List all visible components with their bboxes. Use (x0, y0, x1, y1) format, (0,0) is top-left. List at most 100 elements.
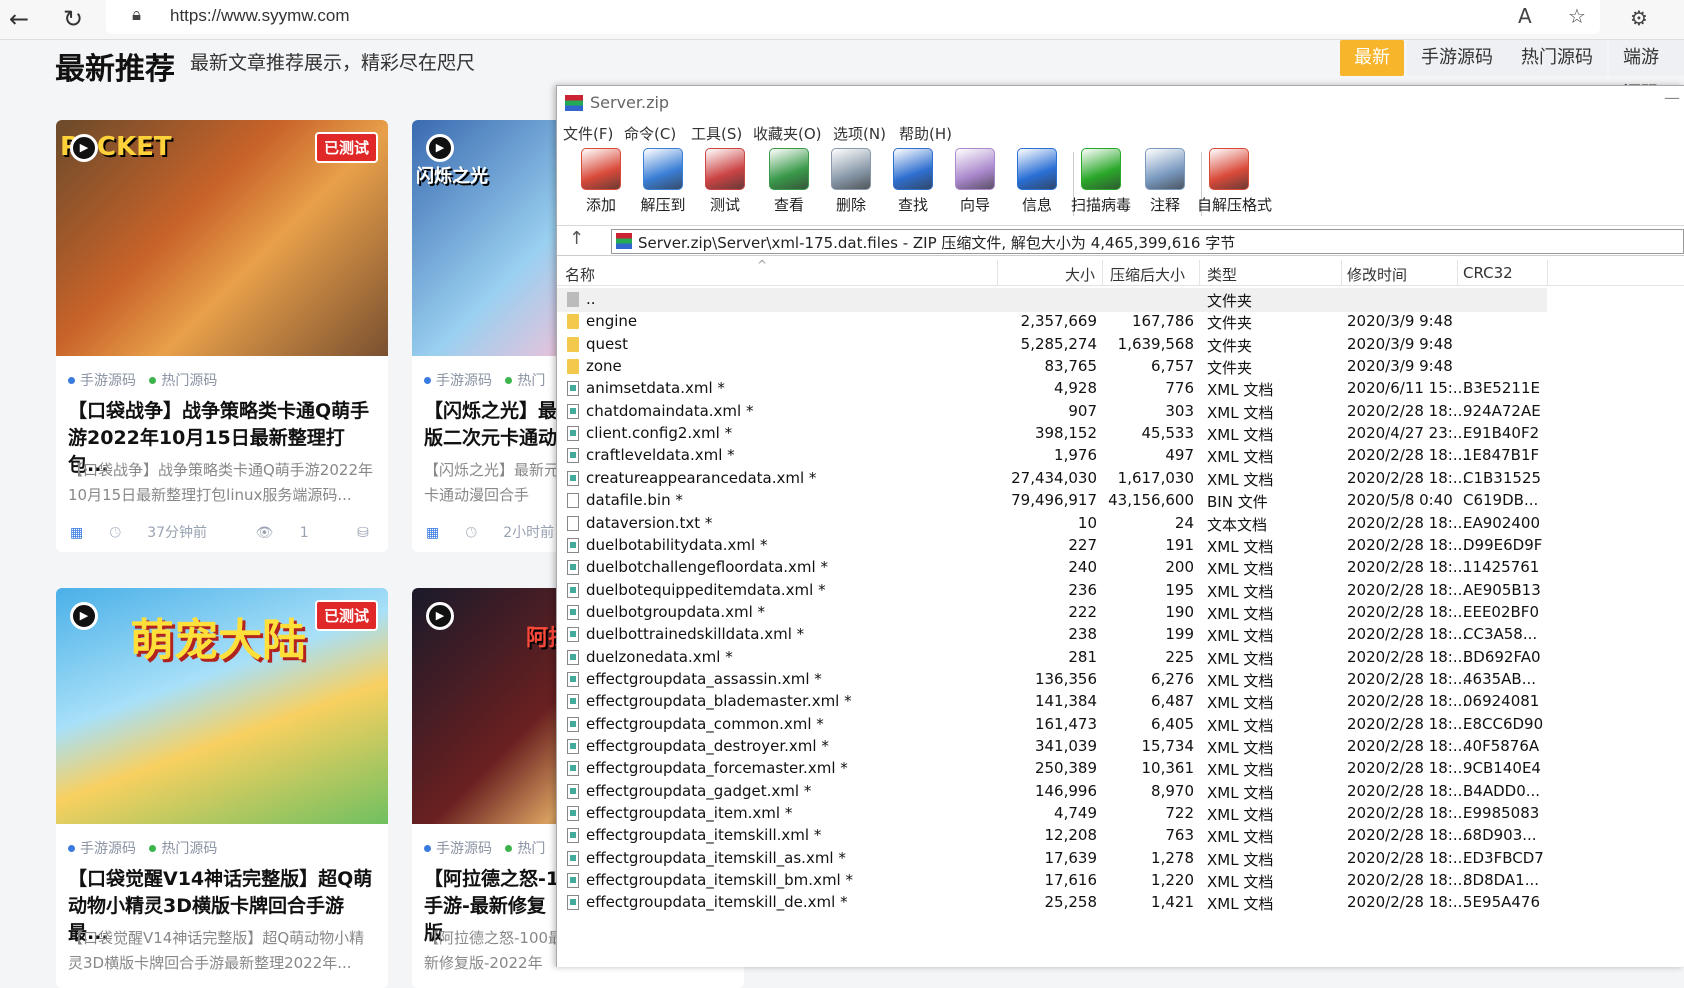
tab-hot-source[interactable]: 热门源码 (1507, 40, 1607, 76)
list-item[interactable]: effectgroupdata_gadget.xml * 146,996 8,970… (557, 780, 1684, 804)
play-icon[interactable]: ▶ (70, 602, 98, 630)
list-item[interactable]: zone 83,765 6,757 文件夹 2020/3/9 9:48 (557, 355, 1684, 379)
column-modified[interactable]: 修改时间 (1347, 264, 1407, 286)
column-packed[interactable]: 压缩后大小 (1110, 264, 1185, 286)
toolbar-button-10[interactable]: 自解压格式 (1197, 148, 1272, 215)
list-item[interactable]: effectgroupdata_item.xml * 4,749 722 XML 文档… (557, 802, 1684, 826)
list-item[interactable]: duelbotequippeditemdata.xml * 236 195 XML 文… (557, 579, 1684, 603)
address-bar[interactable]: 🔒︎ https://www.syymw.com A ☆ (106, 0, 1600, 34)
list-item[interactable]: .. 文件夹 (557, 288, 1547, 312)
file-name: engine (586, 312, 638, 331)
tag[interactable]: 热门 (517, 841, 545, 857)
winrar-window: Server.zip — 文件(F) 命令(C) 工具(S) 收藏夹(O) 选项… (556, 85, 1684, 967)
list-item[interactable]: datafile.bin * 79,496,917 43,156,600 BIN 文件… (557, 489, 1684, 513)
toolbar-button-3[interactable]: 查看 (757, 148, 821, 215)
list-item[interactable]: craftleveldata.xml * 1,976 497 XML 文档 2020/2… (557, 444, 1684, 468)
list-item[interactable]: client.config2.xml * 398,152 45,533 XML 文档 2… (557, 422, 1684, 446)
tag[interactable]: 手游源码 (80, 841, 136, 857)
list-item[interactable]: animsetdata.xml * 4,928 776 XML 文档 2020/6/11… (557, 377, 1684, 401)
list-item[interactable]: duelbotgroupdata.xml * 222 190 XML 文档 2020/2… (557, 601, 1684, 625)
column-size[interactable]: 大小 (1065, 264, 1095, 286)
file-size: 240 (1068, 558, 1097, 577)
menu-favorites[interactable]: 收藏夹(O) (753, 123, 822, 144)
tag[interactable]: 手游源码 (80, 373, 136, 389)
tag[interactable]: 手游源码 (436, 373, 492, 389)
toolbar-button-0[interactable]: 添加 (569, 148, 633, 215)
list-item[interactable]: duelbotabilitydata.xml * 227 191 XML 文档 2020… (557, 534, 1684, 558)
url-text[interactable]: https://www.syymw.com (170, 6, 349, 26)
list-item[interactable]: effectgroupdata_destroyer.xml * 341,039 15… (557, 735, 1684, 759)
menu-tools[interactable]: 工具(S) (691, 123, 742, 144)
toolbar-button-label: 扫描病毒 (1070, 196, 1131, 214)
tag[interactable]: 热门 (517, 373, 545, 389)
list-item[interactable]: quest 5,285,274 1,639,568 文件夹 2020/3/9 9:48 (557, 333, 1684, 357)
file-name: effectgroupdata_item.xml * (586, 804, 793, 823)
modified-time: 2020/2/28 18:... (1347, 468, 1468, 487)
packed-size: 199 (1165, 625, 1194, 644)
column-name[interactable]: 名称 (565, 264, 595, 286)
list-item[interactable]: effectgroupdata_itemskill_de.xml * 25,258… (557, 891, 1684, 915)
toolbar-button-1[interactable]: 解压到 (631, 148, 695, 215)
list-item[interactable]: effectgroupdata_assassin.xml * 136,356 6,2… (557, 668, 1684, 692)
qr-code-icon[interactable]: ▦ (426, 525, 439, 541)
tab-latest[interactable]: 最新 (1340, 40, 1404, 76)
file-name: effectgroupdata_assassin.xml * (586, 669, 822, 688)
back-arrow-icon[interactable]: ← (4, 4, 34, 34)
tab-pc-source[interactable]: 端游源码 (1609, 40, 1684, 104)
window-titlebar[interactable]: Server.zip — (557, 86, 1684, 120)
minimize-icon[interactable]: — (1664, 88, 1680, 107)
tag[interactable]: 热门源码 (161, 373, 217, 389)
toolbar-button-9[interactable]: 注释 (1133, 148, 1197, 215)
favorites-star-icon[interactable]: ☆ (1568, 4, 1586, 28)
list-item[interactable]: effectgroupdata_common.xml * 161,473 6,405… (557, 713, 1684, 737)
menu-help[interactable]: 帮助(H) (899, 123, 952, 144)
card-thumbnail[interactable]: 萌宠大陆 ▶ 已测试 (56, 588, 388, 824)
file-name: duelbotabilitydata.xml * (586, 535, 768, 554)
list-item[interactable]: effectgroupdata_itemskill_as.xml * 17,639… (557, 847, 1684, 871)
card-thumbnail[interactable]: PoCKET ▶ 已测试 (56, 120, 388, 356)
toolbar-button-label: 查看 (773, 196, 804, 214)
column-type[interactable]: 类型 (1207, 264, 1237, 286)
list-item[interactable]: dataversion.txt * 10 24 文本文档 2020/2/28 18:..… (557, 512, 1684, 536)
reload-icon[interactable]: ↻ (58, 4, 88, 34)
list-item[interactable]: engine 2,357,669 167,786 文件夹 2020/3/9 9:48 (557, 310, 1684, 334)
toolbar-button-4[interactable]: 删除 (819, 148, 883, 215)
list-item[interactable]: effectgroupdata_itemskill_bm.xml * 17,616… (557, 869, 1684, 893)
menu-commands[interactable]: 命令(C) (624, 123, 676, 144)
list-item[interactable]: effectgroupdata_blademaster.xml * 141,384… (557, 690, 1684, 714)
article-card[interactable]: 萌宠大陆 ▶ 已测试 手游源码 热门源码 【口袋觉醒V14神话完整版】超Q萌动物… (56, 588, 388, 988)
menu-options[interactable]: 选项(N) (833, 123, 886, 144)
tag[interactable]: 手游源码 (436, 841, 492, 857)
tab-mobile-source[interactable]: 手游源码 (1407, 40, 1507, 76)
list-item[interactable]: effectgroupdata_forcemaster.xml * 250,389… (557, 757, 1684, 781)
up-folder-icon[interactable]: ↑ (569, 228, 584, 249)
list-item[interactable]: chatdomaindata.xml * 907 303 XML 文档 2020/2/2… (557, 400, 1684, 424)
list-item[interactable]: duelbotchallengefloordata.xml * 240 200 XML… (557, 556, 1684, 580)
card-title[interactable]: 【闪烁之光】最版二次元卡通动 (424, 398, 564, 452)
path-field[interactable]: Server.zip\Server\xml-175.dat.files - ZI… (611, 229, 1684, 254)
list-item[interactable]: effectgroupdata_itemskill.xml * 12,208 763… (557, 824, 1684, 848)
crc32: EA902400 (1463, 513, 1540, 532)
crc32: D99E6D9F (1463, 535, 1543, 554)
play-icon[interactable]: ▶ (426, 602, 454, 630)
play-icon[interactable]: ▶ (70, 134, 98, 162)
tag[interactable]: 热门源码 (161, 841, 217, 857)
column-crc32[interactable]: CRC32 (1463, 264, 1513, 286)
file-icon (567, 515, 579, 531)
toolbar-button-2[interactable]: 测试 (693, 148, 757, 215)
toolbar-button-7[interactable]: 信息 (1005, 148, 1069, 215)
extensions-icon[interactable]: ⚙ (1630, 6, 1648, 30)
qr-code-icon[interactable]: ▦ (70, 525, 83, 541)
read-aloud-icon[interactable]: A (1518, 4, 1532, 28)
toolbar-button-6[interactable]: 向导 (943, 148, 1007, 215)
toolbar-button-8[interactable]: 扫描病毒 (1069, 148, 1133, 215)
file-size: 250,389 (1034, 759, 1097, 778)
menu-file[interactable]: 文件(F) (563, 123, 613, 144)
sfx-archive-icon (1209, 148, 1249, 190)
list-item[interactable]: creatureappearancedata.xml * 27,434,030 1,… (557, 467, 1684, 491)
toolbar-button-5[interactable]: 查找 (881, 148, 945, 215)
article-card[interactable]: PoCKET ▶ 已测试 手游源码 热门源码 【口袋战争】战争策略类卡通Q萌手游… (56, 120, 388, 552)
play-icon[interactable]: ▶ (426, 134, 454, 162)
list-item[interactable]: duelzonedata.xml * 281 225 XML 文档 2020/2/28 … (557, 646, 1684, 670)
list-item[interactable]: duelbottrainedskilldata.xml * 238 199 XML 文… (557, 623, 1684, 647)
